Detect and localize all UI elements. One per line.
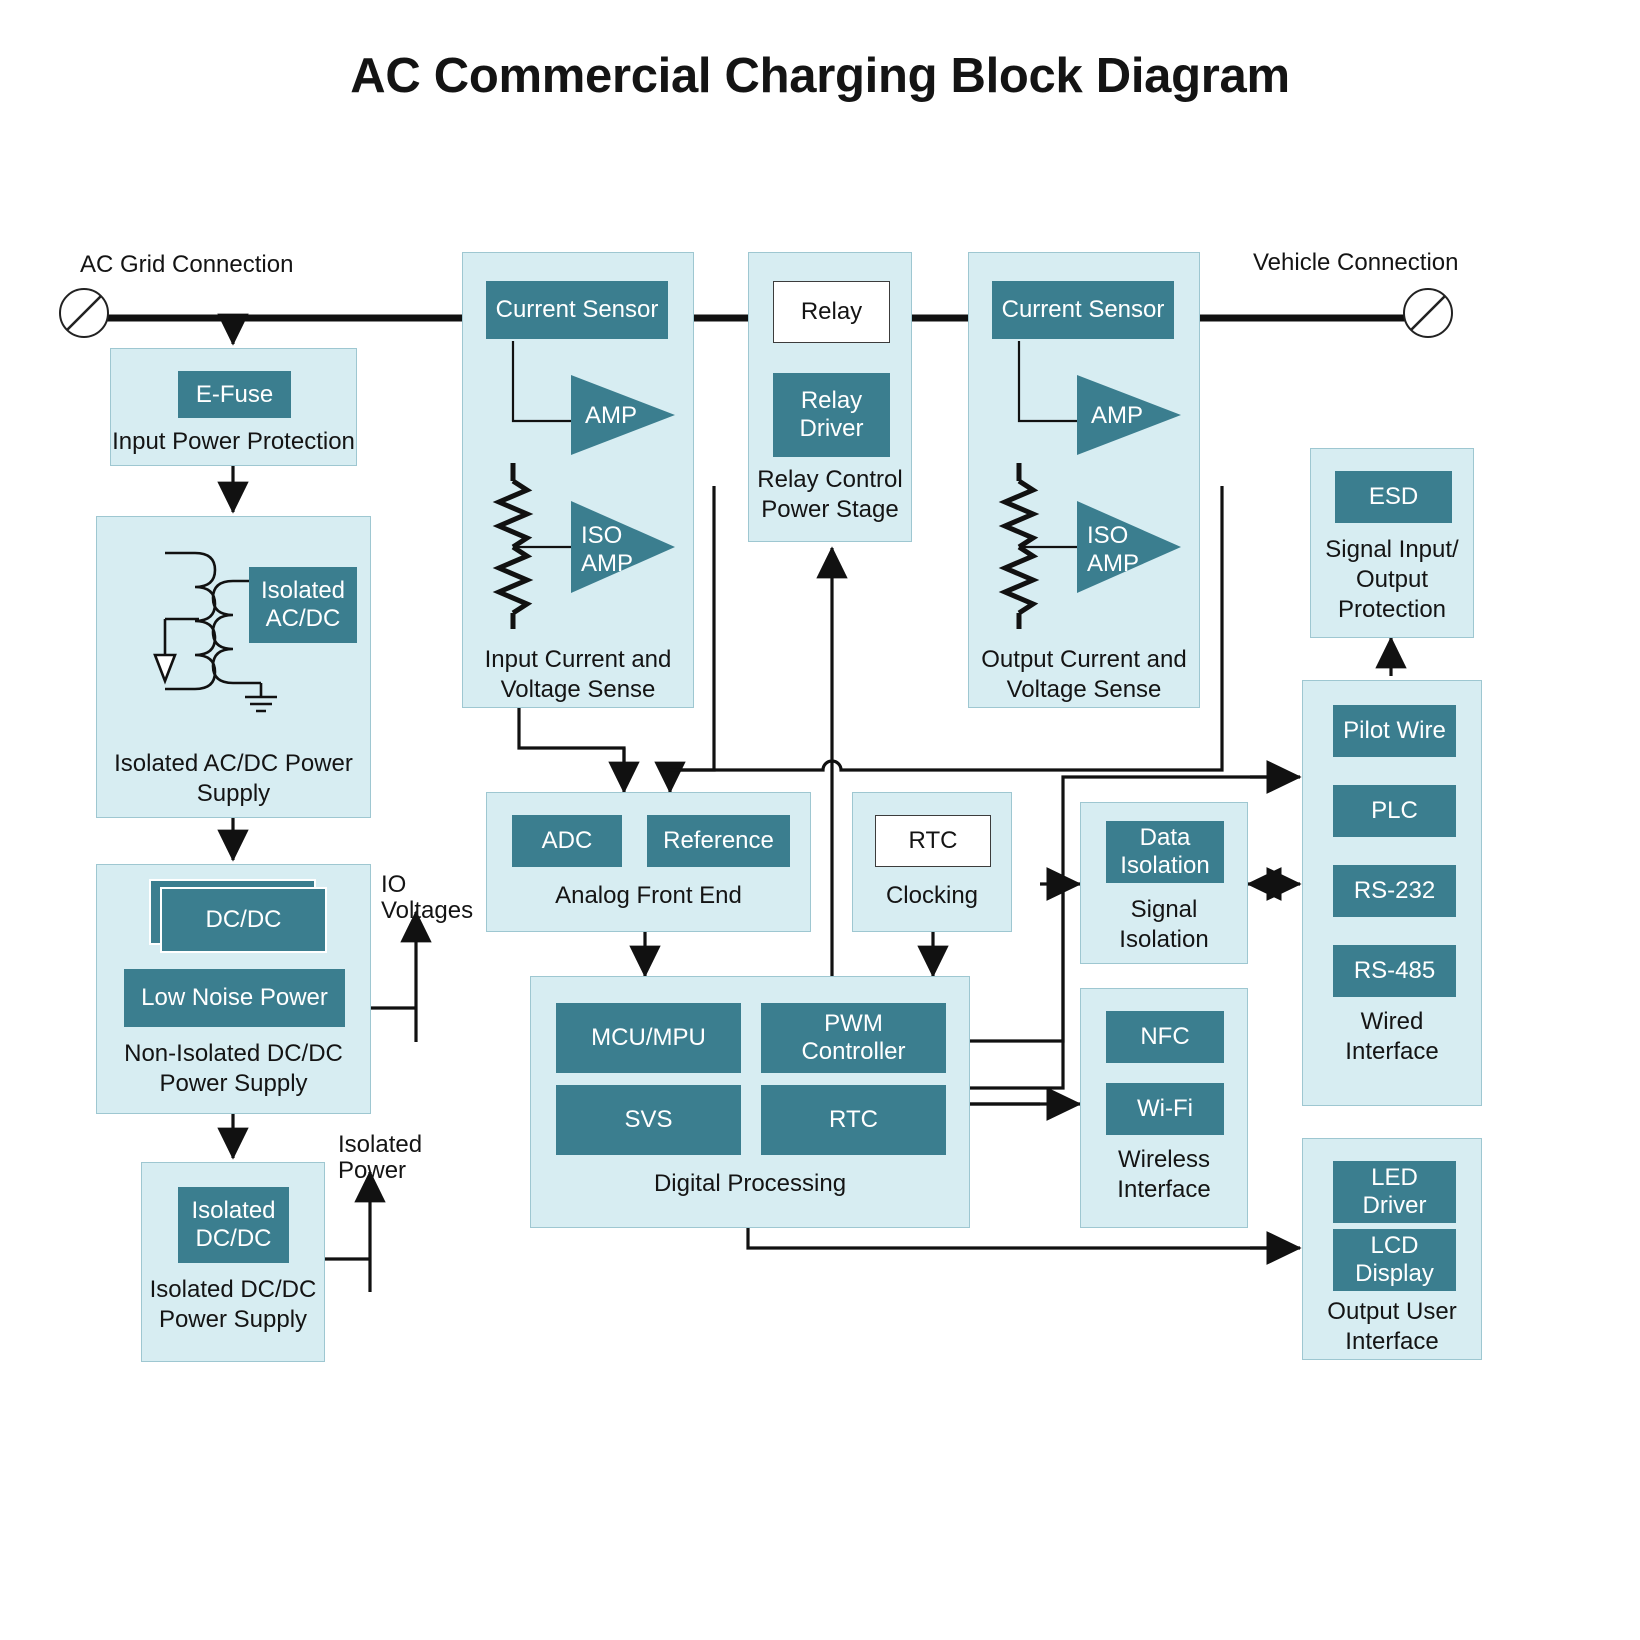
chip-rtc-clocking[interactable]: RTC	[875, 815, 991, 867]
chip-relay-driver-line1: Relay	[800, 387, 863, 414]
caption-input-sense-l1: Input Current and	[484, 646, 672, 673]
caption-non-isolated-l2: Power Supply	[159, 1070, 308, 1097]
label-isolated-power-line2: Power	[338, 1157, 407, 1184]
block-diagram-canvas: AC Commercial Charging Block Diagram AC …	[0, 0, 1640, 1640]
caption-oui-l1: Output User	[1327, 1298, 1457, 1325]
grid-connection-label: AC Grid Connection	[80, 251, 294, 278]
block-output-user-interface[interactable]: LED Driver LCD Display Output User Inter…	[1302, 1138, 1482, 1360]
chip-isolated-acdc-line1: Isolated	[260, 577, 346, 604]
caption-isolated-dcdc-l1: Isolated DC/DC	[149, 1276, 317, 1303]
block-signal-isolation[interactable]: Data Isolation Signal Isolation	[1080, 802, 1248, 964]
chip-adc[interactable]: ADC	[512, 815, 622, 867]
caption-relay-l1: Relay Control	[757, 466, 903, 493]
grid-connector-icon	[59, 288, 109, 338]
caption-wired-l2: Interface	[1345, 1038, 1439, 1065]
chip-relay-driver-line2: Driver	[799, 415, 864, 442]
chip-relay-driver[interactable]: Relay Driver	[773, 373, 890, 457]
caption-wireless-l2: Interface	[1117, 1176, 1211, 1203]
caption-wired-l1: Wired	[1360, 1008, 1424, 1035]
caption-relay-l2: Power Stage	[761, 496, 899, 523]
iso-amp-triangle-output[interactable]: ISO AMP	[1077, 501, 1181, 593]
block-clocking[interactable]: RTC Clocking	[852, 792, 1012, 932]
chip-lcd-line1: LCD	[1370, 1232, 1419, 1259]
chip-reference[interactable]: Reference	[647, 815, 790, 867]
caption-isolated-dcdc-l2: Power Supply	[158, 1306, 308, 1333]
chip-pilot-wire[interactable]: Pilot Wire	[1333, 705, 1456, 757]
block-input-current-voltage-sense[interactable]: Current Sensor AMP ISO AMP Input Current…	[462, 252, 694, 708]
chip-data-iso-line2: Isolation	[1120, 852, 1210, 879]
chip-led-line2: Driver	[1362, 1192, 1427, 1219]
chip-data-iso-line1: Data	[1139, 824, 1191, 851]
chip-wifi[interactable]: Wi-Fi	[1106, 1083, 1224, 1135]
vehicle-connector-icon	[1403, 288, 1453, 338]
chip-output-current-sensor[interactable]: Current Sensor	[992, 281, 1174, 339]
caption-esd-l2: Output	[1355, 566, 1429, 593]
chip-rs485[interactable]: RS-485	[1333, 945, 1456, 997]
chip-pwm-controller[interactable]: PWM Controller	[761, 1003, 946, 1073]
chip-plc[interactable]: PLC	[1333, 785, 1456, 837]
chip-svs[interactable]: SVS	[556, 1085, 741, 1155]
amp-triangle-output[interactable]: AMP	[1077, 375, 1181, 455]
caption-output-sense-l1: Output Current and	[981, 646, 1187, 673]
chip-isolated-dcdc-line2: DC/DC	[195, 1225, 272, 1252]
chip-data-isolation[interactable]: Data Isolation	[1106, 821, 1224, 883]
chip-lcd-display[interactable]: LCD Display	[1333, 1229, 1456, 1291]
chip-isolated-dcdc-line1: Isolated	[191, 1197, 276, 1224]
caption-input-power-protection: Input Power Protection	[112, 428, 355, 455]
chip-pwm-line1: PWM	[824, 1010, 883, 1037]
svg-text:ISO: ISO	[581, 522, 622, 549]
block-wireless-interface[interactable]: NFC Wi-Fi Wireless Interface	[1080, 988, 1248, 1228]
caption-non-isolated-l1: Non-Isolated DC/DC	[124, 1040, 343, 1067]
caption-input-sense-l2: Voltage Sense	[500, 676, 656, 703]
amp-triangle-input[interactable]: AMP	[571, 375, 675, 455]
caption-analog-front-end: Analog Front End	[555, 882, 742, 909]
caption-output-sense-l2: Voltage Sense	[1006, 676, 1162, 703]
block-signal-io-protection[interactable]: ESD Signal Input/ Output Protection	[1310, 448, 1474, 638]
caption-esd-l1: Signal Input/	[1325, 536, 1459, 563]
caption-digital-processing: Digital Processing	[653, 1170, 847, 1197]
vehicle-connection-label: Vehicle Connection	[1253, 249, 1459, 276]
chip-pwm-line2: Controller	[801, 1038, 906, 1065]
iso-amp-triangle-input[interactable]: ISO AMP	[571, 501, 675, 593]
block-output-current-voltage-sense[interactable]: Current Sensor AMP ISO AMP Output Curren…	[968, 252, 1200, 708]
chip-led-line1: LED	[1371, 1164, 1418, 1191]
chip-e-fuse[interactable]: E-Fuse	[178, 371, 291, 418]
block-analog-front-end[interactable]: ADC Reference Analog Front End	[486, 792, 811, 932]
caption-oui-l2: Interface	[1345, 1328, 1439, 1355]
block-isolated-dcdc-power-supply[interactable]: Isolated DC/DC Isolated DC/DC Power Supp…	[141, 1162, 325, 1362]
chip-isolated-acdc[interactable]: Isolated AC/DC	[249, 567, 357, 643]
caption-wireless-l1: Wireless	[1117, 1146, 1210, 1173]
caption-signal-isolation-l1: Signal	[1130, 896, 1198, 923]
block-relay-control-power-stage[interactable]: Relay Relay Driver Relay Control Power S…	[748, 252, 912, 542]
block-input-power-protection[interactable]: E-Fuse Input Power Protection	[110, 348, 357, 466]
block-digital-processing[interactable]: MCU/MPU PWM Controller SVS RTC Digital P…	[530, 976, 970, 1228]
caption-esd-l3: Protection	[1337, 596, 1447, 623]
caption-clocking: Clocking	[885, 882, 979, 909]
caption-isolated-acdc-l1: Isolated AC/DC Power	[114, 750, 353, 777]
caption-signal-isolation-l2: Isolation	[1119, 926, 1209, 953]
chip-lcd-line2: Display	[1355, 1260, 1434, 1287]
block-isolated-acdc-power-supply[interactable]: Isolated AC/DC Isolated AC/DC Power Supp…	[96, 516, 371, 818]
label-io-voltages-line2: Voltages	[381, 897, 474, 924]
block-wired-interface[interactable]: Pilot Wire PLC RS-232 RS-485 Wired Inter…	[1302, 680, 1482, 1106]
caption-isolated-acdc-l2: Supply	[196, 780, 271, 807]
chip-rs232[interactable]: RS-232	[1333, 865, 1456, 917]
chip-rtc-digital[interactable]: RTC	[761, 1085, 946, 1155]
chip-input-current-sensor[interactable]: Current Sensor	[486, 281, 668, 339]
chip-relay[interactable]: Relay	[773, 281, 890, 343]
svg-text:AMP: AMP	[585, 402, 637, 429]
svg-text:AMP: AMP	[1091, 402, 1143, 429]
chip-isolated-dcdc[interactable]: Isolated DC/DC	[178, 1187, 289, 1263]
chip-esd[interactable]: ESD	[1335, 471, 1452, 523]
svg-text:ISO: ISO	[1087, 522, 1128, 549]
chip-mcu-mpu[interactable]: MCU/MPU	[556, 1003, 741, 1073]
svg-text:AMP: AMP	[581, 550, 633, 577]
chip-led-driver[interactable]: LED Driver	[1333, 1161, 1456, 1223]
block-non-isolated-dcdc-power-supply[interactable]: DC/DC Low Noise Power Non-Isolated DC/DC…	[96, 864, 371, 1114]
chip-low-noise-power[interactable]: Low Noise Power	[124, 969, 345, 1027]
chip-nfc[interactable]: NFC	[1106, 1011, 1224, 1063]
chip-isolated-acdc-line2: AC/DC	[265, 605, 341, 632]
svg-text:AMP: AMP	[1087, 550, 1139, 577]
chip-dcdc[interactable]: DC/DC	[160, 887, 327, 953]
